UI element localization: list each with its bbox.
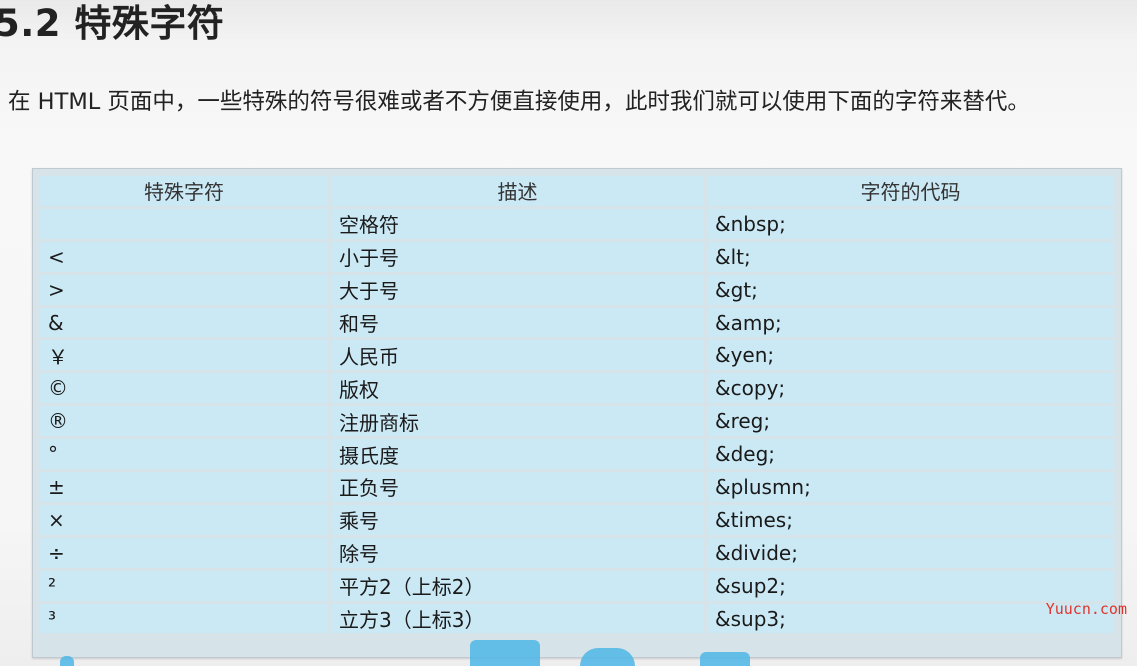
table-row: > 大于号 &gt; xyxy=(40,274,1114,305)
intro-paragraph: 在 HTML 页面中，一些特殊的符号很难或者不方便直接使用，此时我们就可以使用下… xyxy=(8,89,1030,115)
entity-table-frame: 特殊字符 描述 字符的代码 空格符 &nbsp; < 小于号 &lt; > 大于… xyxy=(32,168,1122,658)
char-cell: & xyxy=(40,307,328,338)
char-cell: ° xyxy=(40,439,328,470)
code-cell: &deg; xyxy=(707,439,1114,470)
decorative-shape xyxy=(580,648,635,666)
char-cell: ® xyxy=(40,406,328,437)
code-cell: &plusmn; xyxy=(707,472,1114,502)
code-cell: &reg; xyxy=(707,406,1114,437)
char-cell xyxy=(40,208,328,239)
code-cell: &divide; xyxy=(707,537,1114,568)
table-row: 空格符 &nbsp; xyxy=(40,208,1114,239)
char-cell: ² xyxy=(40,570,328,601)
table-header-row: 特殊字符 描述 字符的代码 xyxy=(40,176,1114,206)
code-cell: &yen; xyxy=(707,340,1114,371)
desc-cell: 平方2（上标2） xyxy=(331,570,704,601)
header-description: 描述 xyxy=(331,176,704,206)
table-row: < 小于号 &lt; xyxy=(40,241,1114,272)
desc-cell: 立方3（上标3） xyxy=(331,603,704,634)
table-row: © 版权 &copy; xyxy=(40,373,1114,404)
char-cell: < xyxy=(40,241,328,272)
desc-cell: 除号 xyxy=(331,537,704,568)
code-cell: &gt; xyxy=(707,274,1114,305)
code-cell: &lt; xyxy=(707,241,1114,272)
entity-table: 特殊字符 描述 字符的代码 空格符 &nbsp; < 小于号 &lt; > 大于… xyxy=(37,173,1117,636)
header-char-code: 字符的代码 xyxy=(707,176,1114,206)
code-cell: &amp; xyxy=(707,307,1114,338)
desc-cell: 乘号 xyxy=(331,504,704,535)
char-cell: ￥ xyxy=(40,340,328,371)
desc-cell: 正负号 xyxy=(331,472,704,502)
char-cell: ± xyxy=(40,472,328,502)
table-row: ® 注册商标 &reg; xyxy=(40,406,1114,437)
code-cell: &nbsp; xyxy=(707,208,1114,239)
decorative-shape xyxy=(700,652,750,666)
table-row: ³ 立方3（上标3） &sup3; xyxy=(40,603,1114,634)
table-row: × 乘号 &times; xyxy=(40,504,1114,535)
desc-cell: 空格符 xyxy=(331,208,704,239)
decorative-shape xyxy=(60,656,74,666)
char-cell: ÷ xyxy=(40,537,328,568)
desc-cell: 人民币 xyxy=(331,340,704,371)
desc-cell: 摄氏度 xyxy=(331,439,704,470)
header-special-char: 特殊字符 xyxy=(40,176,328,206)
table-row: ° 摄氏度 &deg; xyxy=(40,439,1114,470)
page-title: 5.2 特殊字符 xyxy=(0,2,225,45)
code-cell: &copy; xyxy=(707,373,1114,404)
code-cell: &sup2; xyxy=(707,570,1114,601)
desc-cell: 和号 xyxy=(331,307,704,338)
table-row: ² 平方2（上标2） &sup2; xyxy=(40,570,1114,601)
char-cell: > xyxy=(40,274,328,305)
char-cell: © xyxy=(40,373,328,404)
decorative-shape xyxy=(470,640,540,666)
code-cell: &times; xyxy=(707,504,1114,535)
table-row: ￥ 人民币 &yen; xyxy=(40,340,1114,371)
watermark-text: Yuucn.com xyxy=(1045,600,1127,618)
desc-cell: 版权 xyxy=(331,373,704,404)
desc-cell: 大于号 xyxy=(331,274,704,305)
table-row: ÷ 除号 &divide; xyxy=(40,537,1114,568)
char-cell: × xyxy=(40,504,328,535)
char-cell: ³ xyxy=(40,603,328,634)
table-row: & 和号 &amp; xyxy=(40,307,1114,338)
desc-cell: 注册商标 xyxy=(331,406,704,437)
table-row: ± 正负号 &plusmn; xyxy=(40,472,1114,502)
desc-cell: 小于号 xyxy=(331,241,704,272)
